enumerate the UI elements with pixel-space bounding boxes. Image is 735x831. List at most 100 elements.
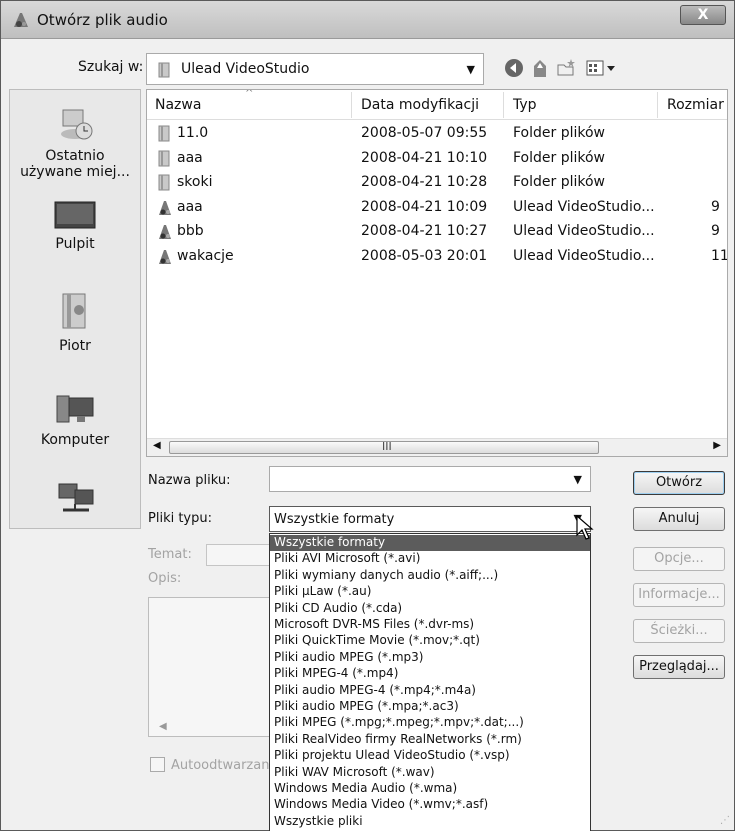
place-recent[interactable]: Ostatnio używane miej... — [10, 104, 140, 180]
folder-icon — [158, 62, 170, 78]
file-size: 9 — [711, 223, 720, 239]
desktop-icon — [54, 201, 96, 229]
up-folder-icon[interactable] — [529, 57, 551, 79]
file-name: bbb — [177, 223, 204, 239]
mouse-cursor-icon — [576, 515, 594, 540]
place-recent-label: Ostatnio używane miej... — [20, 148, 130, 180]
file-row[interactable]: bbb 2008-04-21 10:27 Ulead VideoStudio... 9 — [147, 220, 727, 244]
folder-icon — [158, 125, 170, 142]
filetype-option[interactable]: Pliki projektu Ulead VideoStudio (*.vsp) — [270, 748, 590, 764]
filetype-option[interactable]: Pliki QuickTime Movie (*.mov;*.qt) — [270, 633, 590, 649]
column-name[interactable]: Nazwa — [155, 97, 201, 113]
views-menu-icon[interactable] — [585, 57, 621, 79]
user-folder-icon — [62, 293, 86, 329]
project-file-icon — [159, 249, 171, 264]
description-label: Opis: — [148, 571, 182, 586]
open-button[interactable]: Otwórz — [633, 471, 725, 495]
filetype-option[interactable]: Pliki WAV Microsoft (*.wav) — [270, 765, 590, 781]
scrollbar-thumb[interactable]: III — [169, 440, 599, 454]
place-computer[interactable]: Komputer — [10, 390, 140, 448]
project-file-icon — [159, 225, 171, 239]
file-type: Ulead VideoStudio... — [513, 223, 655, 239]
filetype-option[interactable]: Pliki RealVideo firmy RealNetworks (*.rm… — [270, 732, 590, 748]
file-date: 2008-04-21 10:27 — [361, 223, 488, 239]
place-desktop-label: Pulpit — [55, 236, 95, 252]
filetype-option[interactable]: Pliki AVI Microsoft (*.avi) — [270, 551, 590, 567]
filename-label: Nazwa pliku: — [148, 473, 231, 488]
column-size[interactable]: Rozmiar — [667, 97, 724, 113]
folder-icon — [158, 150, 170, 166]
autoplay-label: Autoodtwarzanie — [171, 758, 282, 773]
file-date: 2008-04-21 10:09 — [361, 198, 488, 215]
file-list[interactable]: Nazwa ^ Data modyfikacji Typ Rozmiar 11.… — [146, 89, 728, 457]
look-in-dropdown[interactable]: Ulead VideoStudio ▼ — [146, 53, 484, 85]
file-date: 2008-04-21 10:10 — [361, 149, 488, 166]
column-date[interactable]: Data modyfikacji — [361, 97, 479, 113]
horizontal-scrollbar[interactable]: ◀ III ▶ — [147, 438, 727, 456]
project-file-icon — [159, 200, 171, 215]
file-name: aaa — [177, 198, 203, 215]
filetype-option[interactable]: Wszystkie formaty — [270, 535, 590, 551]
places-bar: Ostatnio używane miej... Pulpit Piotr Ko… — [9, 89, 141, 529]
resize-grip-icon[interactable]: ⋰ — [720, 815, 730, 826]
file-size: 11 — [711, 247, 728, 264]
filetype-option[interactable]: Windows Media Video (*.wmv;*.asf) — [270, 797, 590, 813]
options-button: Opcje... — [633, 547, 725, 571]
filetype-option[interactable]: Wszystkie pliki — [270, 814, 590, 830]
close-icon: X — [697, 7, 709, 23]
new-folder-icon[interactable] — [555, 57, 577, 79]
folder-icon — [158, 174, 170, 191]
file-row[interactable]: aaa 2008-04-21 10:09 Ulead VideoStudio... 9 — [147, 196, 727, 220]
place-user-label: Piotr — [59, 338, 91, 354]
filetype-option[interactable]: Windows Media Audio (*.wma) — [270, 781, 590, 797]
cancel-button[interactable]: Anuluj — [633, 507, 725, 531]
look-in-value: Ulead VideoStudio — [181, 61, 310, 77]
preview-pane: ◀ — [148, 597, 273, 737]
file-size: 9 — [711, 198, 720, 215]
filetype-option[interactable]: Pliki MPEG (*.mpg;*.mpeg;*.mpv;*.dat;...… — [270, 715, 590, 731]
filetype-option[interactable]: Pliki audio MPEG (*.mp3) — [270, 650, 590, 666]
info-button: Informacje... — [633, 583, 725, 607]
window-title: Otwórz plik audio — [37, 11, 168, 29]
autoplay-checkbox — [150, 757, 165, 772]
chevron-down-icon: ▼ — [466, 63, 475, 76]
place-desktop[interactable]: Pulpit — [10, 200, 140, 252]
file-type: Ulead VideoStudio... — [513, 247, 655, 264]
filetype-option[interactable]: Pliki CD Audio (*.cda) — [270, 601, 590, 617]
file-type: Ulead VideoStudio... — [513, 198, 655, 215]
column-type[interactable]: Typ — [513, 97, 537, 113]
place-computer-label: Komputer — [40, 432, 110, 448]
back-icon[interactable] — [503, 57, 525, 79]
filename-field[interactable]: ▼ — [269, 466, 591, 492]
file-date: 2008-05-07 09:55 — [361, 125, 488, 141]
recent-places-icon — [61, 109, 93, 140]
filetype-option[interactable]: Pliki MPEG-4 (*.mp4) — [270, 666, 590, 682]
filetype-select[interactable]: Wszystkie formaty ▼ — [269, 506, 591, 532]
sort-ascending-icon: ^ — [245, 89, 254, 99]
browse-button[interactable]: Przeglądaj... — [633, 655, 725, 679]
filetype-value: Wszystkie formaty — [274, 512, 395, 527]
place-user[interactable]: Piotr — [10, 290, 140, 354]
file-type: Folder plików — [513, 149, 606, 166]
filetype-option[interactable]: Pliki µLaw (*.au) — [270, 584, 590, 600]
filetype-dropdown-list[interactable]: Wszystkie formaty Pliki AVI Microsoft (*.… — [269, 533, 591, 831]
file-date: 2008-04-21 10:28 — [361, 174, 488, 190]
file-row[interactable]: wakacje 2008-05-03 20:01 Ulead VideoStudio… — [147, 245, 727, 269]
chevron-down-icon[interactable]: ▼ — [574, 473, 582, 486]
filetype-option[interactable]: Pliki audio MPEG (*.mpa;*.ac3) — [270, 699, 590, 715]
file-row[interactable]: skoki 2008-04-21 10:28 Folder plików — [147, 171, 727, 195]
title-bar[interactable]: Otwórz plik audio X — [1, 1, 734, 39]
close-button[interactable]: X — [680, 5, 726, 25]
file-date: 2008-05-03 20:01 — [361, 247, 488, 264]
app-icon — [14, 13, 28, 27]
filetype-option[interactable]: Microsoft DVR-MS Files (*.dvr-ms) — [270, 617, 590, 633]
computer-icon — [56, 395, 94, 423]
scroll-right-icon[interactable]: ▶ — [713, 440, 721, 451]
filetype-option[interactable]: Pliki wymiany danych audio (*.aiff;...) — [270, 568, 590, 584]
network-icon — [58, 483, 94, 512]
file-row[interactable]: 11.0 2008-05-07 09:55 Folder plików — [147, 122, 727, 146]
place-network[interactable] — [10, 480, 140, 524]
filetype-option[interactable]: Pliki audio MPEG-4 (*.mp4;*.m4a) — [270, 683, 590, 699]
file-row[interactable]: aaa 2008-04-21 10:10 Folder plików — [147, 147, 727, 171]
scroll-left-icon[interactable]: ◀ — [153, 440, 161, 451]
